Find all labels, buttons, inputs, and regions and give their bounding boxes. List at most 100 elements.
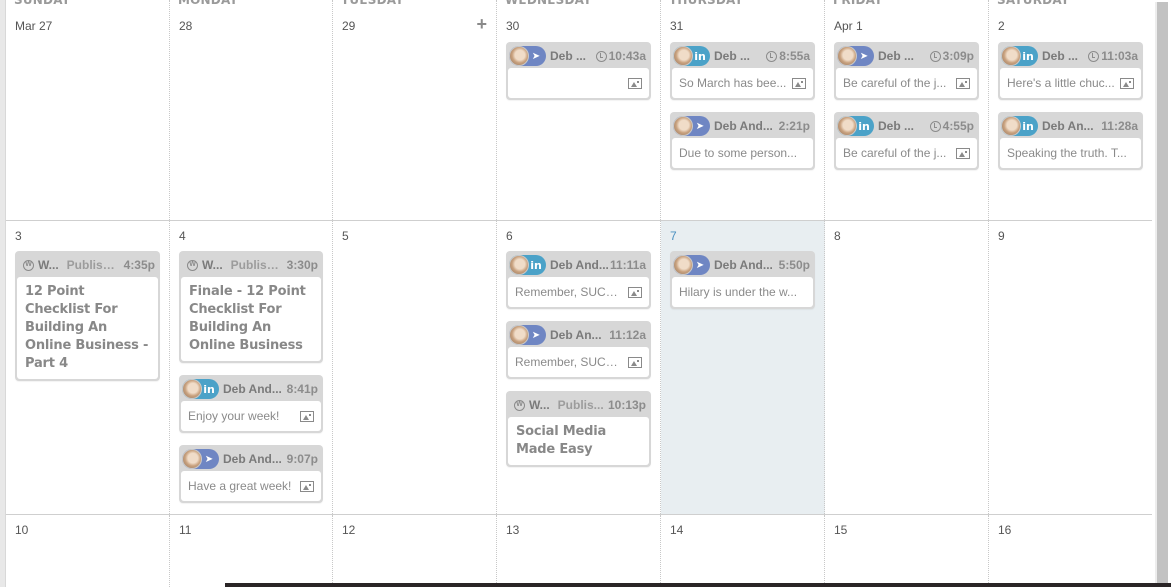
post-header: ➤ Deb An... 11:12a: [508, 323, 649, 347]
image-icon: [300, 480, 314, 492]
profile-badge: ➤: [837, 46, 874, 66]
post-source: W...: [38, 258, 59, 272]
day-cell[interactable]: MONDAY 28: [170, 0, 333, 220]
date-label: 3: [15, 229, 22, 243]
day-cell[interactable]: 7 ➤ Deb And... 5:50p Hilary is under the w..…: [661, 221, 825, 514]
day-cell[interactable]: 6 in Deb And... 11:11a Remember, SUCC... ➤ Deb…: [497, 221, 661, 514]
taskbar-strip: [225, 583, 1171, 587]
day-cell[interactable]: 14: [661, 515, 825, 587]
day-cell[interactable]: TUESDAY 29 +: [333, 0, 497, 220]
date-label: 2: [998, 19, 1005, 33]
post-body: Remember, SUCC...: [508, 277, 649, 307]
post-header: in Deb ... 8:55a: [672, 44, 813, 68]
avatar: [673, 255, 693, 275]
share-icon: ➤: [531, 329, 541, 341]
date-label: 4: [179, 229, 186, 243]
post-time: 5:50p: [778, 258, 810, 272]
wordpress-icon: W: [23, 259, 34, 271]
post-card[interactable]: ➤ Deb And... 5:50p Hilary is under the w...: [670, 251, 815, 309]
post-card[interactable]: W W... Publis... 10:13p Social Media Made Ea…: [506, 391, 651, 467]
date-label: 5: [342, 229, 349, 243]
date-label: 31: [670, 19, 684, 33]
day-cell[interactable]: SATURDAY 2 in Deb ... 11:03a Here's a little …: [989, 0, 1152, 220]
day-cell[interactable]: 8: [825, 221, 989, 514]
day-cell[interactable]: 11: [170, 515, 333, 587]
post-card[interactable]: in Deb An... 11:28a Speaking the truth. T..…: [998, 112, 1143, 170]
post-author: Deb And...: [714, 258, 773, 272]
day-cell[interactable]: 9: [989, 221, 1152, 514]
post-card[interactable]: W W... Publish... 4:35p 12 Point Checklist F…: [15, 251, 160, 381]
profile-badge: in: [673, 46, 710, 66]
profile-badge: ➤: [509, 46, 546, 66]
post-card[interactable]: in Deb ... 11:03a Here's a little chuc...: [998, 42, 1143, 100]
post-header: in Deb ... 11:03a: [1000, 44, 1141, 68]
linkedin-icon: in: [858, 119, 870, 133]
post-author: Deb And...: [550, 258, 609, 272]
post-author: Deb An...: [1042, 119, 1094, 133]
add-post-icon[interactable]: +: [476, 15, 487, 33]
day-cell[interactable]: 12: [333, 515, 497, 587]
post-title: Social Media Made Easy: [508, 417, 649, 465]
post-time: 11:12a: [609, 328, 646, 342]
post-time: 9:07p: [286, 452, 318, 466]
share-icon: ➤: [204, 453, 214, 465]
day-cell[interactable]: FRIDAY Apr 1 ➤ Deb ... 3:09p Be careful of th…: [825, 0, 989, 220]
avatar: [673, 46, 693, 66]
post-header: ➤ Deb And... 9:07p: [181, 447, 321, 471]
profile-badge: ➤: [673, 116, 710, 136]
post-card[interactable]: in Deb ... 8:55a So March has bee...: [670, 42, 815, 100]
avatar: [509, 325, 529, 345]
post-card[interactable]: in Deb And... 8:41p Enjoy your week!: [179, 375, 323, 433]
post-time: 8:55a: [779, 49, 810, 63]
post-time: 3:09p: [942, 49, 974, 63]
day-cell[interactable]: 10: [6, 515, 170, 587]
date-label: 30: [506, 19, 520, 33]
post-body: So March has bee...: [672, 68, 813, 98]
post-card[interactable]: in Deb ... 4:55p Be careful of the j...: [834, 112, 979, 170]
post-author: Deb ...: [550, 49, 587, 63]
avatar: [509, 255, 529, 275]
date-label: 8: [834, 229, 841, 243]
post-body: [508, 68, 649, 98]
day-cell[interactable]: 15: [825, 515, 989, 587]
day-cell[interactable]: 4 W W... Publish... 3:30p Finale - 12 Point C…: [170, 221, 333, 514]
post-card[interactable]: in Deb And... 11:11a Remember, SUCC...: [506, 251, 651, 309]
post-status: Publish...: [66, 258, 120, 272]
avatar: [673, 116, 693, 136]
post-text: Enjoy your week!: [188, 409, 280, 423]
post-card[interactable]: ➤ Deb ... 10:43a: [506, 42, 651, 100]
post-card[interactable]: ➤ Deb And... 9:07p Have a great week!: [179, 445, 323, 503]
day-cell[interactable]: 16: [989, 515, 1152, 587]
day-cell[interactable]: SUNDAY Mar 27: [6, 0, 170, 220]
calendar-month-view: SUNDAY Mar 27 MONDAY 28 TUESDAY 29 + WEDNESDAY 3…: [6, 0, 1152, 587]
post-text: Speaking the truth. T...: [1007, 146, 1127, 160]
date-label: 16: [998, 523, 1012, 537]
profile-badge: ➤: [182, 449, 219, 469]
day-cell[interactable]: 3 W W... Publish... 4:35p 12 Point Checklist …: [6, 221, 170, 514]
share-icon: ➤: [695, 259, 705, 271]
week-row: 10 11 12 13 14 15 16: [6, 515, 1152, 587]
post-header: in Deb ... 4:55p: [836, 114, 977, 138]
post-header: W W... Publish... 3:30p: [181, 253, 321, 277]
post-list: ➤ Deb ... 10:43a: [506, 42, 651, 112]
post-card[interactable]: ➤ Deb An... 11:12a Remember, SUCC...: [506, 321, 651, 379]
image-icon: [628, 77, 642, 89]
avatar: [1001, 46, 1021, 66]
vertical-scrollbar[interactable]: [1155, 2, 1168, 585]
post-card[interactable]: ➤ Deb ... 3:09p Be careful of the j...: [834, 42, 979, 100]
share-icon: ➤: [695, 120, 705, 132]
post-time: 4:35p: [123, 258, 155, 272]
post-card[interactable]: W W... Publish... 3:30p Finale - 12 Point Ch…: [179, 251, 323, 363]
day-cell[interactable]: WEDNESDAY 30 ➤ Deb ... 10:43a: [497, 0, 661, 220]
post-card[interactable]: ➤ Deb And... 2:21p Due to some person...: [670, 112, 815, 170]
post-text: Here's a little chuc...: [1007, 76, 1115, 90]
post-list: in Deb ... 11:03a Here's a little chuc... in…: [998, 42, 1143, 182]
clock-icon: [595, 50, 607, 62]
image-icon: [956, 77, 970, 89]
share-icon: ➤: [531, 50, 541, 62]
post-text: Be careful of the j...: [843, 146, 947, 160]
day-cell[interactable]: THURSDAY 31 in Deb ... 8:55a So March has bee…: [661, 0, 825, 220]
date-label: 12: [342, 523, 356, 537]
day-cell[interactable]: 5: [333, 221, 497, 514]
day-cell[interactable]: 13: [497, 515, 661, 587]
